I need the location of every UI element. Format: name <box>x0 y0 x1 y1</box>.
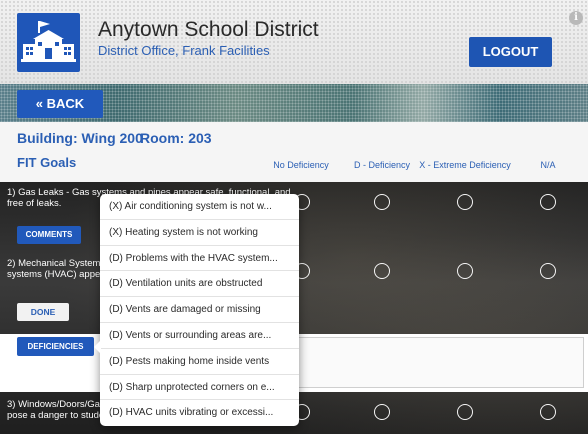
radio-item3-na[interactable] <box>540 404 556 420</box>
column-header-x-extreme-deficiency: X - Extreme Deficiency <box>419 160 511 170</box>
app-header: Anytown School District District Office,… <box>0 0 588 84</box>
radio-item3-d-deficiency[interactable] <box>374 404 390 420</box>
popover-option[interactable]: (D) HVAC units vibrating or excessi... <box>100 400 299 426</box>
popover-arrow <box>94 340 101 354</box>
column-header-d-deficiency: D - Deficiency <box>353 160 411 170</box>
popover-option[interactable]: (D) Sharp unprotected corners on e... <box>100 375 299 401</box>
radio-item2-x-extreme[interactable] <box>457 263 473 279</box>
popover-option[interactable]: (X) Heating system is not working <box>100 220 299 246</box>
radio-item3-x-extreme[interactable] <box>457 404 473 420</box>
popover-option[interactable]: (X) Air conditioning system is not w... <box>100 194 299 220</box>
popover-option[interactable]: (D) Pests making home inside vents <box>100 349 299 375</box>
popover-option[interactable]: (D) Ventilation units are obstructed <box>100 271 299 298</box>
room-label: Room: 203 <box>140 130 212 146</box>
radio-item2-d-deficiency[interactable] <box>374 263 390 279</box>
building-label: Building: Wing 200 <box>17 130 143 146</box>
district-title: Anytown School District <box>98 18 319 41</box>
back-button[interactable]: « BACK <box>17 90 103 118</box>
info-icon[interactable]: i <box>569 11 583 25</box>
deficiencies-button[interactable]: DEFICIENCIES <box>17 337 94 356</box>
popover-option[interactable]: (D) Vents are damaged or missing <box>100 297 299 323</box>
popover-option[interactable]: (D) Vents or surrounding areas are... <box>100 323 299 349</box>
comments-button[interactable]: COMMENTS <box>17 226 81 244</box>
school-building-logo-icon <box>17 13 80 72</box>
popover-option[interactable]: (D) Problems with the HVAC system... <box>100 246 299 272</box>
section-title: FIT Goals <box>17 155 77 170</box>
radio-item1-d-deficiency[interactable] <box>374 194 390 210</box>
radio-item1-x-extreme[interactable] <box>457 194 473 210</box>
deficiencies-popover: (X) Air conditioning system is not w... … <box>100 194 299 426</box>
logout-button[interactable]: LOGOUT <box>469 37 552 67</box>
deficiencies-textbox[interactable] <box>298 337 584 388</box>
radio-item2-na[interactable] <box>540 263 556 279</box>
radio-item1-na[interactable] <box>540 194 556 210</box>
column-header-no-deficiency: No Deficiency <box>273 160 329 170</box>
district-subtitle: District Office, Frank Facilities <box>98 43 270 58</box>
done-button[interactable]: DONE <box>17 303 69 321</box>
column-header-na: N/A <box>540 160 556 170</box>
